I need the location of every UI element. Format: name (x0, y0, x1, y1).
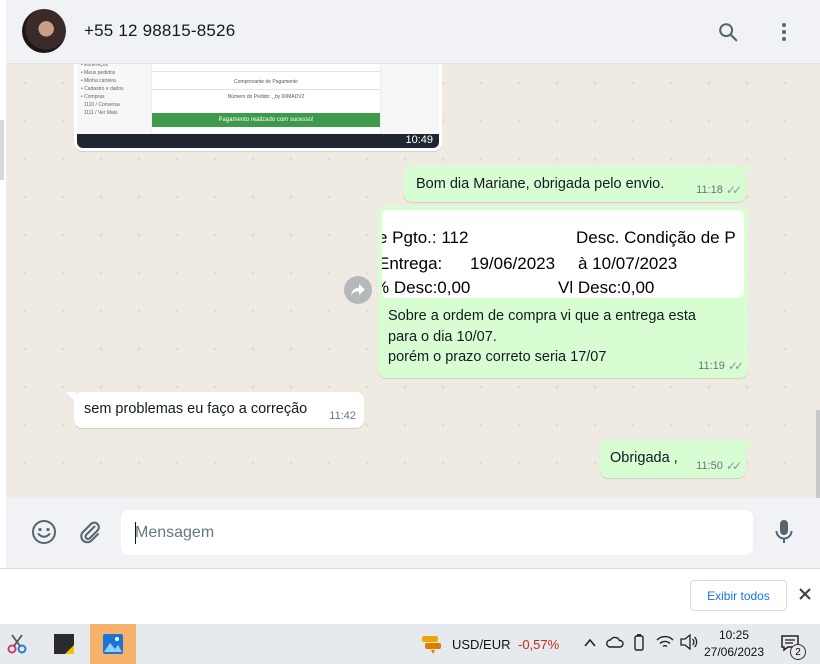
image-text-line: 19/06/2023 (470, 254, 556, 273)
stock-ticker-icon (422, 636, 441, 654)
message-incoming[interactable]: sem problemas eu faço a correção 11:42 (74, 392, 364, 428)
message-text-line: Sobre a ordem de compra vi que a entrega… (388, 308, 696, 324)
image-receipt-panel: Comprovante de Pagamento Número do Pedid… (151, 64, 381, 133)
contact-avatar[interactable] (22, 9, 66, 53)
image-text-line: % Desc:0,00 (382, 278, 471, 297)
attached-image[interactable]: e Pgto.: 112 Desc. Condição de P Entrega… (382, 210, 744, 298)
image-text-line: Entrega: (382, 254, 443, 273)
clock-date: 27/06/2023 (703, 645, 765, 659)
message-time: 11:42 (329, 410, 356, 422)
microphone-icon (775, 520, 793, 543)
image-sidebar-content: • Endereços • Meus pedidos • Minha carteir… (81, 64, 124, 116)
message-text: Sobre a ordem de compra vi que a entrega… (388, 306, 696, 368)
image-text-line: Desc. Condição de P (576, 228, 736, 247)
message-text: sem problemas eu faço a correção (84, 401, 308, 417)
text-caret (135, 522, 136, 544)
emoji-button[interactable] (28, 516, 60, 548)
system-clock[interactable]: 10:25 27/06/2023 (700, 627, 768, 661)
menu-button[interactable] (768, 16, 800, 48)
message-meta: 11:19 ✓✓ (698, 359, 744, 373)
onedrive-icon[interactable] (606, 635, 624, 652)
message-meta: 11:42 (329, 410, 356, 422)
windows-taskbar: USD/EUR -0,57% 10:25 27/06/2023 2 (0, 624, 820, 664)
read-ticks-icon: ✓✓ (725, 459, 742, 473)
volume-icon[interactable] (680, 633, 698, 653)
taskbar-app-notes[interactable] (48, 624, 80, 664)
message-meta: 11:50 ✓✓ (696, 459, 742, 473)
message-input[interactable] (121, 510, 753, 555)
message-time: 11:19 (698, 360, 725, 372)
tray-overflow-chevron-icon[interactable] (584, 636, 596, 651)
image-text-line: e Pgto.: 112 (382, 228, 469, 247)
message-outgoing[interactable]: Obrigada , 11:50 ✓✓ (600, 440, 746, 478)
close-icon (799, 588, 811, 600)
image-taskbar (77, 134, 439, 148)
clock-time: 10:25 (718, 628, 750, 642)
read-ticks-icon: ✓✓ (727, 359, 744, 373)
wifi-icon[interactable] (656, 634, 674, 653)
message-outgoing-with-image[interactable]: e Pgto.: 112 Desc. Condição de P Entrega… (378, 206, 748, 378)
voice-message-button[interactable] (768, 516, 800, 548)
chat-area[interactable]: • Endereços • Meus pedidos • Minha carteir… (6, 64, 820, 498)
ticker-change[interactable]: -0,57% (518, 637, 559, 652)
ticker-label[interactable]: USD/EUR (452, 637, 511, 652)
photos-app-icon (103, 634, 123, 654)
paperclip-icon (80, 521, 100, 544)
close-download-bar-button[interactable] (796, 585, 814, 603)
image-thumbnail[interactable]: • Endereços • Meus pedidos • Minha carteir… (77, 64, 439, 148)
attach-button[interactable] (74, 516, 106, 548)
ticker-widget-icon-wrap[interactable] (418, 624, 444, 664)
image-message-time: 10:49 (405, 134, 433, 146)
image-text-line: Vl Desc:0,00 (558, 278, 655, 297)
message-text: Obrigada , (610, 450, 678, 466)
search-button[interactable] (712, 16, 744, 48)
message-meta: 11:18 ✓✓ (696, 183, 742, 197)
taskbar-app-snip[interactable] (0, 624, 34, 664)
message-time: 11:50 (696, 460, 723, 472)
more-vertical-icon (782, 23, 786, 41)
image-success-banner: Pagamento realizado com sucesso! (152, 113, 380, 127)
read-ticks-icon: ✓✓ (725, 183, 742, 197)
chat-header: +55 12 98815-8526 (6, 0, 820, 64)
message-text: Bom dia Mariane, obrigada pelo envio. (416, 176, 665, 192)
download-bar: Exibir todos (0, 568, 820, 624)
image-text-line: à 10/07/2023 (578, 254, 678, 273)
search-icon (719, 23, 738, 42)
battery-phone-icon[interactable] (632, 634, 646, 655)
image-message[interactable]: • Endereços • Meus pedidos • Minha carteir… (74, 64, 442, 151)
chat-scrollbar[interactable] (816, 410, 820, 498)
image-panel-title: Comprovante de Pagamento (234, 79, 298, 85)
message-text-line: para o dia 10/07. (388, 328, 497, 345)
emoji-icon (32, 520, 56, 544)
taskbar-app-photos[interactable] (90, 624, 136, 664)
notification-count-badge: 2 (790, 644, 806, 660)
scissors-app-icon (7, 634, 27, 654)
image-panel-order: Número do Pedido: _by 00MADV2 (227, 94, 305, 100)
message-outgoing[interactable]: Bom dia Mariane, obrigada pelo envio. 11… (404, 166, 746, 202)
forward-button[interactable] (344, 276, 372, 304)
message-text-line: porém o prazo correto seria 17/07 (388, 349, 607, 365)
forward-icon (351, 284, 365, 296)
message-time: 11:18 (696, 184, 723, 196)
contact-name[interactable]: +55 12 98815-8526 (84, 21, 235, 41)
show-all-downloads-button[interactable]: Exibir todos (690, 580, 787, 611)
message-composer (6, 498, 820, 568)
sticky-notes-icon (54, 634, 74, 654)
